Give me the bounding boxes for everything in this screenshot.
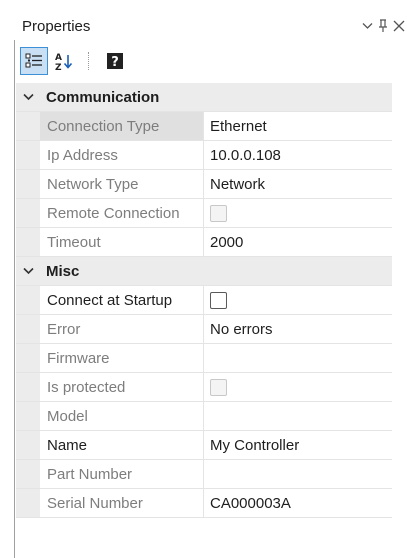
property-name[interactable]: Connect at Startup xyxy=(40,286,204,314)
alphabetical-sort-icon: A Z xyxy=(55,53,73,71)
category-row[interactable]: Misc xyxy=(16,257,392,286)
grid-right-edge xyxy=(392,83,407,518)
row-gutter xyxy=(16,344,40,372)
property-name[interactable]: Model xyxy=(40,402,204,430)
property-row[interactable]: Is protected xyxy=(16,373,392,402)
collapse-chevron-icon[interactable] xyxy=(16,83,40,111)
property-row[interactable]: Firmware xyxy=(16,344,392,373)
property-checkbox[interactable] xyxy=(210,291,227,309)
row-gutter xyxy=(16,199,40,227)
row-gutter xyxy=(16,315,40,343)
toolbar: A Z ? xyxy=(16,44,407,78)
svg-text:Z: Z xyxy=(55,63,62,71)
property-name[interactable]: Name xyxy=(40,431,204,459)
property-name[interactable]: Remote Connection xyxy=(40,199,204,227)
property-row[interactable]: Timeout 2000 xyxy=(16,228,392,257)
property-value xyxy=(204,199,392,227)
row-gutter xyxy=(16,431,40,459)
property-row[interactable]: Name My Controller xyxy=(16,431,392,460)
property-name[interactable]: Ip Address xyxy=(40,141,204,169)
row-gutter xyxy=(16,228,40,256)
property-name[interactable]: Connection Type xyxy=(40,112,204,140)
row-gutter xyxy=(16,286,40,314)
property-row[interactable]: Part Number xyxy=(16,460,392,489)
category-label: Misc xyxy=(46,262,80,280)
property-value xyxy=(204,373,392,401)
row-gutter xyxy=(16,373,40,401)
panel-title: Properties xyxy=(22,17,91,35)
property-name[interactable]: Error xyxy=(40,315,204,343)
row-gutter xyxy=(16,489,40,517)
property-name[interactable]: Network Type xyxy=(40,170,204,198)
row-gutter xyxy=(16,170,40,198)
categorized-view-icon xyxy=(25,53,42,68)
property-value[interactable]: Ethernet xyxy=(204,112,392,140)
property-name[interactable]: Timeout xyxy=(40,228,204,256)
svg-text:?: ? xyxy=(111,55,119,70)
dropdown-chevron-icon[interactable] xyxy=(359,16,375,36)
toolbar-separator xyxy=(88,52,89,70)
property-value[interactable]: 10.0.0.108 xyxy=(204,141,392,169)
row-gutter xyxy=(16,112,40,140)
help-button[interactable]: ? xyxy=(101,47,129,75)
property-row[interactable]: Model xyxy=(16,402,392,431)
property-grid: Communication Connection Type Ethernet Ip A… xyxy=(16,83,392,518)
property-value[interactable] xyxy=(204,344,392,372)
collapse-chevron-icon[interactable] xyxy=(16,257,40,285)
svg-text:A: A xyxy=(55,53,62,63)
categorized-view-button[interactable] xyxy=(20,47,48,75)
property-row[interactable]: Connect at Startup xyxy=(16,286,392,315)
category-label: Communication xyxy=(46,88,160,106)
properties-panel: Properties A Z ? Communication Connectio… xyxy=(0,0,407,558)
property-value[interactable]: My Controller xyxy=(204,431,392,459)
property-row[interactable]: Error No errors xyxy=(16,315,392,344)
property-value[interactable] xyxy=(204,402,392,430)
panel-border xyxy=(14,40,15,558)
property-value[interactable] xyxy=(204,460,392,488)
row-gutter xyxy=(16,141,40,169)
property-row[interactable]: Remote Connection xyxy=(16,199,392,228)
property-name[interactable]: Serial Number xyxy=(40,489,204,517)
row-gutter xyxy=(16,402,40,430)
property-row[interactable]: Ip Address 10.0.0.108 xyxy=(16,141,392,170)
row-gutter xyxy=(16,460,40,488)
property-row[interactable]: Connection Type Ethernet xyxy=(16,112,392,141)
property-row[interactable]: Network Type Network xyxy=(16,170,392,199)
property-name[interactable]: Is protected xyxy=(40,373,204,401)
property-row[interactable]: Serial Number CA000003A xyxy=(16,489,392,518)
help-icon: ? xyxy=(107,53,123,70)
alphabetical-sort-button[interactable]: A Z xyxy=(50,47,78,75)
property-name[interactable]: Part Number xyxy=(40,460,204,488)
property-checkbox xyxy=(210,378,227,396)
property-value[interactable]: Network xyxy=(204,170,392,198)
close-icon[interactable] xyxy=(391,16,407,36)
pin-icon[interactable] xyxy=(375,16,391,36)
property-checkbox xyxy=(210,204,227,222)
title-bar: Properties xyxy=(16,12,407,40)
property-value[interactable] xyxy=(204,286,392,314)
property-name[interactable]: Firmware xyxy=(40,344,204,372)
property-value[interactable]: 2000 xyxy=(204,228,392,256)
property-value[interactable]: No errors xyxy=(204,315,392,343)
category-row[interactable]: Communication xyxy=(16,83,392,112)
property-value[interactable]: CA000003A xyxy=(204,489,392,517)
